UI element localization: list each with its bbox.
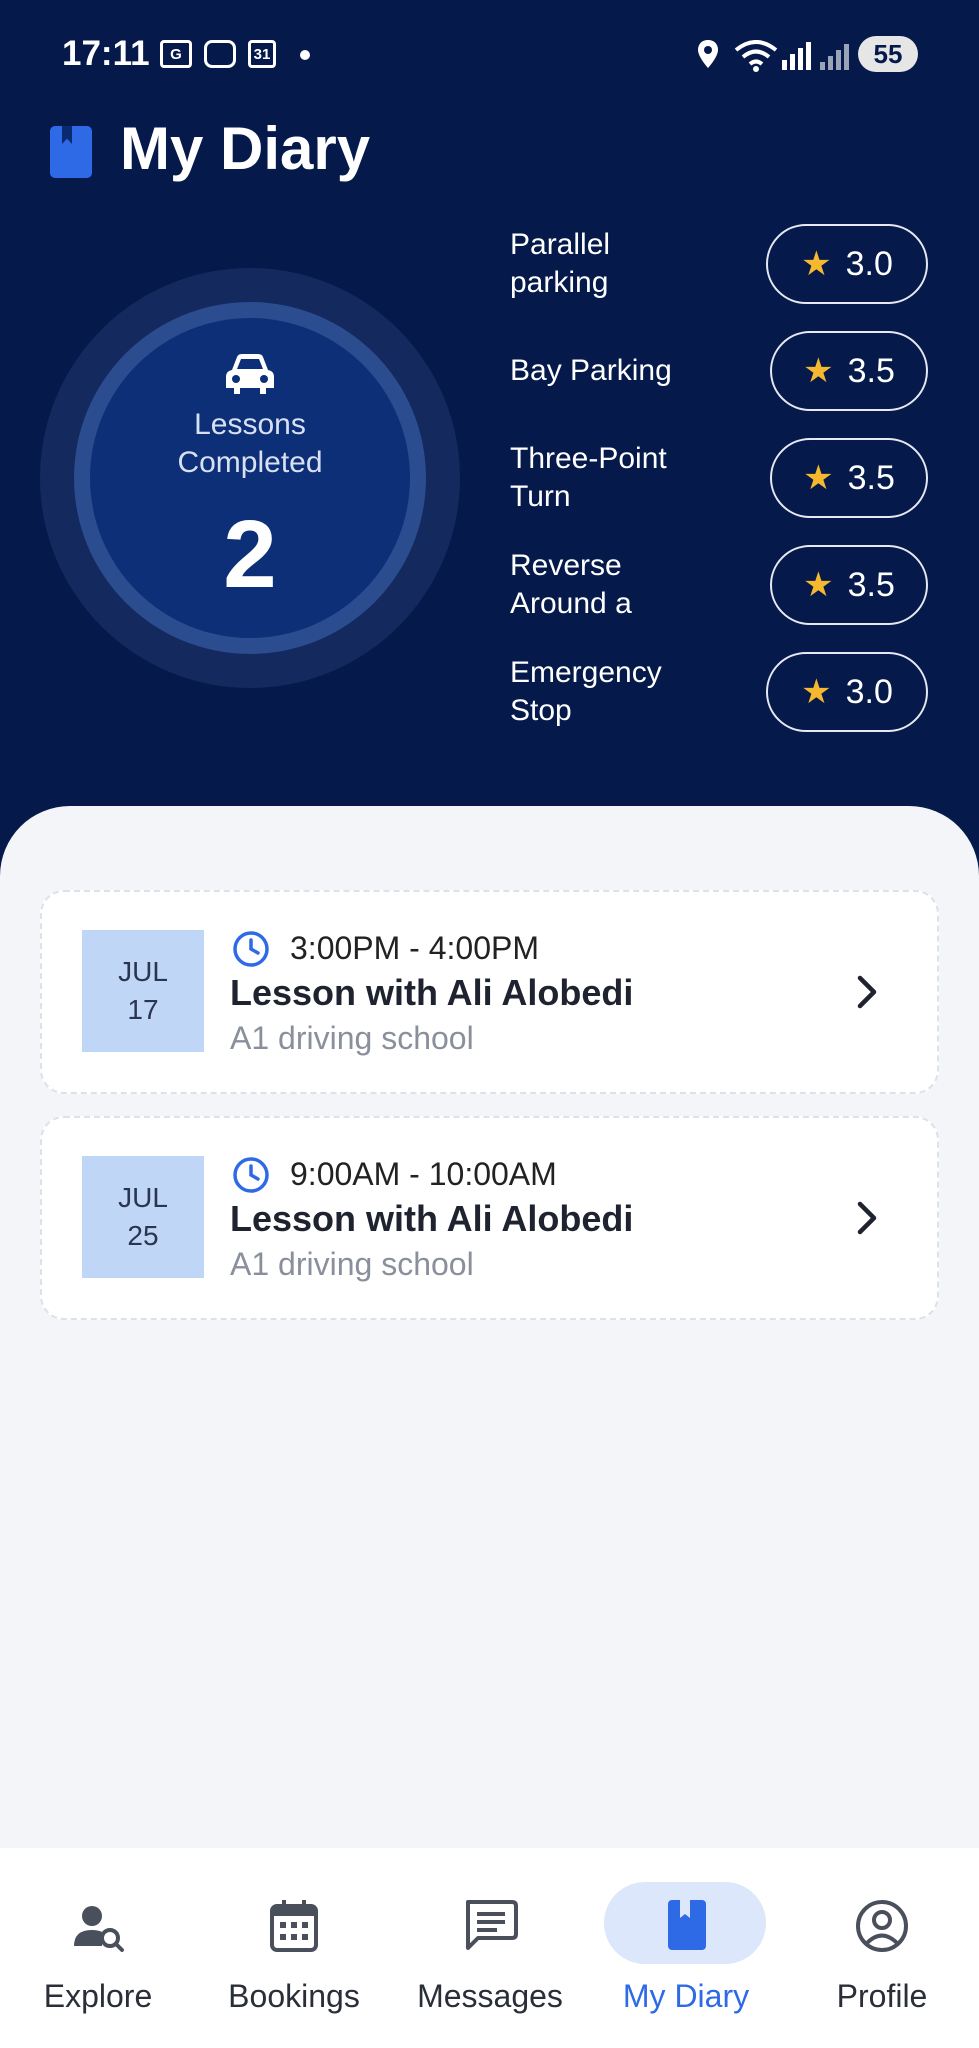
car-icon [226, 354, 274, 394]
screenshot-icon [204, 40, 236, 68]
date-month: JUL [118, 956, 168, 987]
skill-rating[interactable]: ★ 3.5 [770, 438, 928, 518]
calendar-icon [270, 1900, 318, 1952]
nav-item-explore[interactable]: Explore [0, 1848, 196, 2048]
profile-icon [856, 1900, 908, 1952]
star-icon: ★ [803, 566, 834, 604]
skill-name: Parallel parking [510, 228, 611, 299]
star-icon: ★ [803, 352, 834, 390]
nav-label: Messages [417, 1978, 563, 2014]
diary-icon [668, 1900, 706, 1950]
skill-rating[interactable]: ★ 3.0 [766, 224, 928, 304]
lesson-card[interactable]: JUL 25 9:00AM - 10:00AM Lesson with Ali … [40, 1116, 939, 1320]
lessons-completed-label: Lessons Completed [140, 406, 360, 482]
star-icon: ★ [803, 459, 834, 497]
date-month: JUL [118, 1182, 168, 1213]
rating-value: 3.5 [847, 565, 895, 604]
nav-item-bookings[interactable]: Bookings [196, 1848, 392, 2048]
lessons-label-line1: Lessons [194, 408, 306, 441]
nav-item-messages[interactable]: Messages [392, 1848, 588, 2048]
clock-icon [233, 931, 269, 967]
lessons-completed-count: 2 [223, 501, 277, 608]
skill-rating[interactable]: ★ 3.5 [770, 545, 928, 625]
lesson-time: 9:00AM - 10:00AM [290, 1156, 557, 1192]
clock-icon [233, 1157, 269, 1193]
lessons-label-line2: Completed [177, 446, 323, 479]
diary-icon [50, 126, 92, 178]
skill-rating[interactable]: ★ 3.5 [770, 331, 928, 411]
chevron-right-icon[interactable] [852, 1198, 882, 1238]
chevron-right-icon[interactable] [852, 972, 882, 1012]
date-day: 25 [127, 1220, 159, 1251]
skill-name: Three-Point Turn [510, 442, 667, 513]
location-icon [698, 40, 718, 68]
rating-value: 3.5 [847, 458, 895, 497]
nav-label: Profile [836, 1978, 928, 2014]
notification-dot [300, 50, 310, 60]
nav-label: My Diary [622, 1978, 750, 2014]
date-badge: JUL 17 [82, 930, 204, 1052]
rating-value: 3.0 [845, 672, 893, 711]
skill-rating[interactable]: ★ 3.0 [766, 652, 928, 732]
rating-value: 3.5 [847, 351, 895, 390]
gallery-icon: G [160, 40, 192, 68]
lesson-school: A1 driving school [230, 1246, 474, 1282]
nav-label: Explore [43, 1978, 153, 2014]
wifi-icon [734, 40, 778, 72]
battery-indicator: 55 [858, 36, 918, 72]
lesson-school: A1 driving school [230, 1020, 474, 1056]
date-day: 17 [127, 994, 159, 1025]
skill-name: Reverse Around a [510, 549, 632, 620]
signal-icon [782, 42, 849, 70]
bottom-navigation: Explore Bookings Messages My Diary Profi… [0, 1848, 979, 2048]
status-time: 17:11 [62, 34, 150, 73]
lesson-time: 3:00PM - 4:00PM [290, 930, 539, 966]
skill-name: Emergency Stop [510, 656, 662, 727]
page-title: My Diary [120, 115, 371, 182]
skill-name: Bay Parking [510, 354, 672, 387]
star-icon: ★ [801, 245, 832, 283]
lesson-title: Lesson with Ali Alobedi [230, 972, 634, 1013]
explore-icon [74, 1906, 124, 1952]
lesson-card[interactable]: JUL 17 3:00PM - 4:00PM Lesson with Ali A… [40, 890, 939, 1094]
nav-label: Bookings [228, 1978, 360, 2014]
star-icon: ★ [801, 673, 832, 711]
lesson-title: Lesson with Ali Alobedi [230, 1198, 634, 1239]
calendar-icon: 31 [248, 40, 276, 68]
nav-item-profile[interactable]: Profile [784, 1848, 979, 2048]
messages-icon [466, 1900, 518, 1950]
rating-value: 3.0 [845, 244, 893, 283]
nav-item-my-diary[interactable]: My Diary [588, 1848, 784, 2048]
status-bar: 17:11 G 31 55 [0, 0, 979, 110]
date-badge: JUL 25 [82, 1156, 204, 1278]
